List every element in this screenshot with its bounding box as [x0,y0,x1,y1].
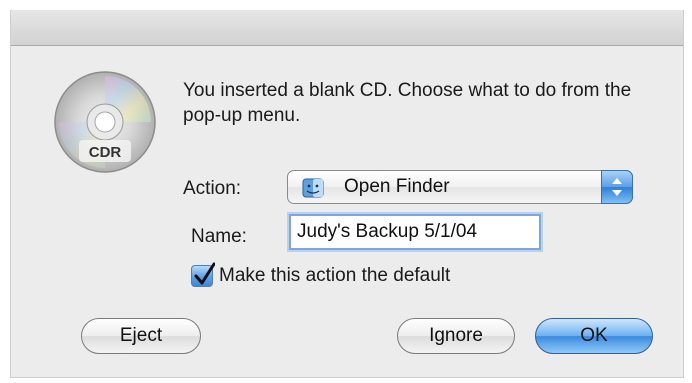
action-popup-value: Open Finder [344,176,450,197]
ignore-button[interactable]: Ignore [397,318,515,354]
page: CDR You inserted a blank CD. Choose what… [0,0,692,383]
dialog-message: You inserted a blank CD. Choose what to … [183,80,632,126]
cd-r-disc-icon: CDR [53,70,157,174]
name-label: Name: [191,226,247,247]
eject-button[interactable]: Eject [81,318,201,354]
default-action-checkbox-label[interactable]: Make this action the default [219,265,450,287]
blank-cd-dialog: CDR You inserted a blank CD. Choose what… [10,10,684,378]
ok-button[interactable]: OK [535,318,653,354]
cd-icon-label: CDR [89,144,122,161]
finder-icon [302,178,324,198]
default-action-checkbox[interactable] [191,262,215,287]
name-field[interactable] [289,214,541,250]
action-label: Action: [183,178,242,199]
dialog-titlebar[interactable] [11,10,683,46]
popup-arrows-icon [601,170,633,204]
action-popup-menu[interactable]: Open Finder [287,170,633,204]
